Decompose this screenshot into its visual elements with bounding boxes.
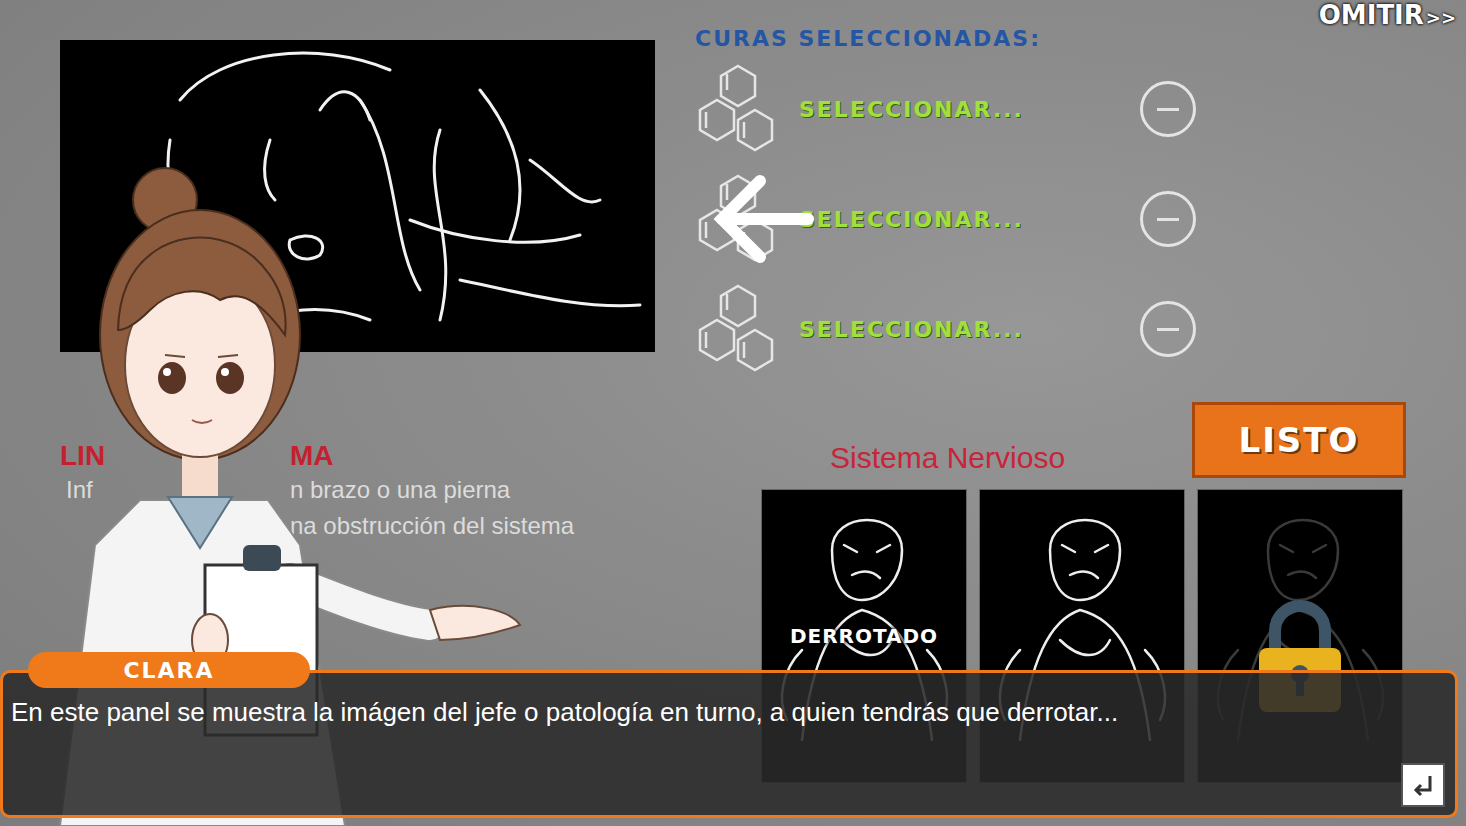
defeated-label: DERROTADO bbox=[790, 624, 938, 648]
remove-icon[interactable] bbox=[1140, 191, 1196, 247]
molecule-icon bbox=[690, 282, 785, 377]
ready-button[interactable]: LISTO bbox=[1192, 402, 1406, 478]
description-fragment: n brazo o una pierna bbox=[290, 472, 510, 508]
description-fragment bbox=[66, 508, 290, 544]
cure-slots: SELECCIONAR... SELECCIONAR... SELECCIONAR.… bbox=[690, 54, 1196, 384]
skip-arrows-icon: >> bbox=[1426, 7, 1456, 28]
boss-title-fragment: LIN bbox=[60, 440, 290, 472]
pointer-arrow-icon bbox=[708, 171, 818, 267]
remove-icon[interactable] bbox=[1140, 301, 1196, 357]
cure-slot[interactable]: SELECCIONAR... bbox=[690, 164, 1196, 274]
boss-sketch-icon bbox=[60, 40, 655, 352]
dialog-box: En este panel se muestra la imágen del j… bbox=[0, 670, 1458, 818]
boss-image bbox=[60, 40, 655, 352]
system-title: Sistema Nervioso bbox=[690, 440, 1065, 476]
skip-label: OMITIR bbox=[1319, 0, 1424, 30]
molecule-icon bbox=[690, 62, 785, 157]
skip-button[interactable]: OMITIR>> bbox=[1319, 0, 1456, 33]
remove-icon[interactable] bbox=[1140, 81, 1196, 137]
game-screen: LINMAInfn brazo o una piernana obstrucci… bbox=[0, 0, 1466, 826]
cure-slot[interactable]: SELECCIONAR... bbox=[690, 54, 1196, 164]
continue-icon[interactable] bbox=[1401, 763, 1445, 807]
slot-label[interactable]: SELECCIONAR... bbox=[799, 207, 1024, 232]
dialog-text: En este panel se muestra la imágen del j… bbox=[11, 695, 1455, 729]
boss-title-fragment: MA bbox=[290, 440, 334, 472]
boss-description-line: Infn brazo o una pierna bbox=[60, 472, 690, 508]
cure-slot[interactable]: SELECCIONAR... bbox=[690, 274, 1196, 384]
slot-label[interactable]: SELECCIONAR... bbox=[799, 97, 1024, 122]
description-fragment: na obstrucción del sistema bbox=[290, 508, 574, 544]
cures-column: CURAS SELECCIONADAS:SELECCIONAR...SELECC… bbox=[690, 0, 1406, 782]
description-fragment: Inf bbox=[66, 472, 290, 508]
system-row: Sistema Nervioso LISTO bbox=[690, 402, 1406, 478]
boss-description-line: na obstrucción del sistema bbox=[60, 508, 690, 544]
boss-info: LINMAInfn brazo o una piernana obstrucci… bbox=[60, 440, 690, 544]
slot-label[interactable]: SELECCIONAR... bbox=[799, 317, 1024, 342]
boss-title: LINMA bbox=[60, 440, 690, 472]
speaker-tag: CLARA bbox=[28, 652, 310, 688]
cures-title: CURAS SELECCIONADAS: bbox=[695, 24, 1406, 54]
